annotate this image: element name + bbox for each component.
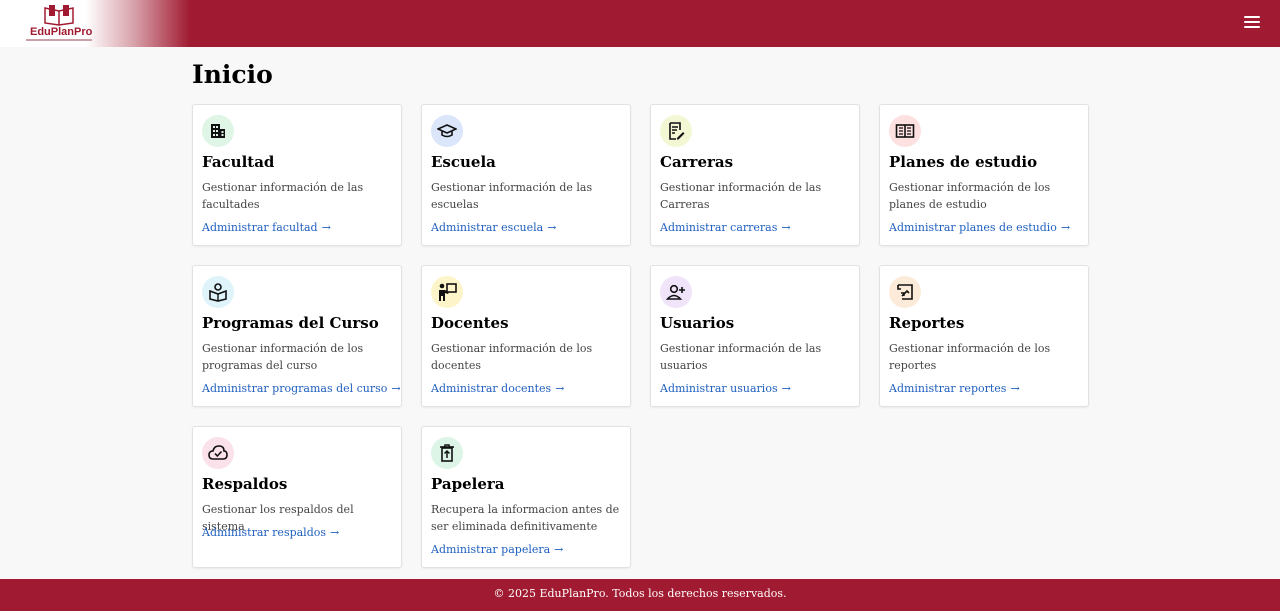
arrow-right-icon: → [321,221,331,234]
arrow-right-icon: → [330,526,340,539]
card-title: Escuela [431,153,496,171]
administrar-reportes-link[interactable]: Administrar reportes → [889,382,1020,395]
administrar-docentes-link[interactable]: Administrar docentes → [431,382,564,395]
card-title: Reportes [889,314,965,332]
card-title: Docentes [431,314,509,332]
report-icon [889,276,921,308]
logo-area: EduPlanPro [0,0,190,47]
administrar-respaldos-link[interactable]: Administrar respaldos → [202,526,339,539]
card-description: Gestionar información de los planes de e… [889,181,1051,211]
trash-restore-icon [431,437,463,469]
footer-copyright: © 2025 EduPlanPro. Todos los derechos re… [493,587,787,600]
administrar-programas-del-curso-link[interactable]: Administrar programas del curso → [202,382,401,395]
administrar-escuela-link[interactable]: Administrar escuela → [431,221,556,234]
card-description: Gestionar información de los docentes [431,342,593,372]
card-reportes: Reportes Gestionar información de los re… [879,265,1089,407]
arrow-right-icon: → [554,543,564,556]
administrar-facultad-link[interactable]: Administrar facultad → [202,221,331,234]
card-description: Recupera la informacion antes de ser eli… [431,503,620,533]
administrar-planes-de-estudio-link[interactable]: Administrar planes de estudio → [889,221,1070,234]
card-usuarios: Usuarios Gestionar información de las us… [650,265,860,407]
card-title: Carreras [660,153,734,171]
arrow-right-icon: → [391,382,401,395]
document-edit-icon [660,115,692,147]
card-docentes: Docentes Gestionar información de los do… [421,265,631,407]
logo-tagline-mark [26,39,92,41]
card-carreras: Carreras Gestionar información de las Ca… [650,104,860,246]
book-person-icon [202,276,234,308]
eduplanpro-logo[interactable]: EduPlanPro [26,4,92,44]
arrow-right-icon: → [781,382,791,395]
administrar-papelera-link[interactable]: Administrar papelera → [431,543,563,556]
card-title: Usuarios [660,314,735,332]
card-title: Facultad [202,153,275,171]
card-description: Gestionar información de las Carreras [660,181,822,211]
arrow-right-icon: → [781,221,791,234]
arrow-right-icon: → [547,221,557,234]
graduation-cap-icon [431,115,463,147]
card-programas-del-curso: Programas del Curso Gestionar informació… [192,265,402,407]
building-icon [202,115,234,147]
card-facultad: Facultad Gestionar información de las fa… [192,104,402,246]
card-title: Respaldos [202,475,288,493]
card-title: Planes de estudio [889,153,1038,171]
brand-name: EduPlanPro [30,26,93,38]
user-plus-icon [660,276,692,308]
card-papelera: Papelera Recupera la informacion antes d… [421,426,631,568]
arrow-right-icon: → [555,382,565,395]
card-title: Programas del Curso [202,314,379,332]
card-respaldos: Respaldos Gestionar los respaldos del si… [192,426,402,568]
page-footer: © 2025 EduPlanPro. Todos los derechos re… [0,579,1280,611]
open-book-icon [889,115,921,147]
card-title: Papelera [431,475,505,493]
book-logo-icon [44,5,74,26]
administrar-carreras-link[interactable]: Administrar carreras → [660,221,791,234]
hamburger-menu-button[interactable] [1244,16,1260,30]
card-description: Gestionar información de las usuarios [660,342,822,372]
card-description: Gestionar información de las escuelas [431,181,593,211]
card-escuela: Escuela Gestionar información de las esc… [421,104,631,246]
card-description: Gestionar información de los programas d… [202,342,364,372]
card-description: Gestionar información de los reportes [889,342,1051,372]
top-header: EduPlanPro [0,0,1280,47]
page-title: Inicio [192,60,273,89]
cloud-check-icon [202,437,234,469]
card-description: Gestionar información de las facultades [202,181,364,211]
arrow-right-icon: → [1060,221,1071,234]
teacher-icon [431,276,463,308]
arrow-right-icon: → [1010,382,1020,395]
card-planes-de-estudio: Planes de estudio Gestionar información … [879,104,1089,246]
administrar-usuarios-link[interactable]: Administrar usuarios → [660,382,791,395]
hamburger-icon [1244,16,1260,18]
